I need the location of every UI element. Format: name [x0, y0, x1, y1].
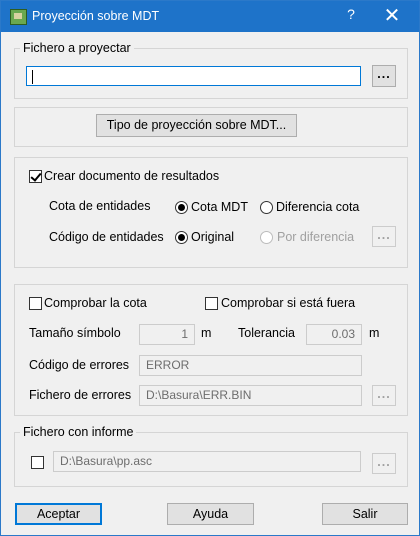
cota-entidades-label: Cota de entidades — [49, 199, 151, 213]
comprobar-cota-checkbox[interactable] — [29, 297, 42, 310]
informe-checkbox[interactable] — [31, 456, 44, 469]
informe-legend: Fichero con informe — [20, 425, 137, 439]
informe-input: D:\Basura\pp.asc — [53, 451, 361, 472]
text-caret — [32, 70, 33, 84]
fichero-errores-label: Fichero de errores — [29, 388, 132, 402]
ayuda-button[interactable]: Ayuda — [167, 503, 254, 525]
por-diferencia-label: Por diferencia — [277, 230, 355, 244]
original-label: Original — [191, 230, 235, 244]
app-icon — [10, 9, 27, 25]
crear-documento-checkbox[interactable] — [29, 170, 42, 183]
radio-por-diferencia — [260, 231, 273, 244]
aceptar-button[interactable]: Aceptar — [15, 503, 102, 525]
tamano-simbolo-input: 1 — [139, 324, 195, 345]
radio-cota-mdt[interactable] — [175, 201, 188, 214]
title-bar: Proyección sobre MDT ? ✕ — [1, 1, 419, 32]
fichero-errores-browse-button: ... — [372, 385, 396, 406]
diferencia-cota-label: Diferencia cota — [276, 200, 360, 214]
crear-documento-label: Crear documento de resultados — [44, 169, 220, 183]
tamano-unit-label: m — [201, 326, 212, 340]
resultados-browse-button: ... — [372, 226, 396, 247]
radio-diferencia-cota[interactable] — [260, 201, 273, 214]
fichero-proyectar-browse-button[interactable]: ... — [372, 65, 396, 87]
codigo-errores-input: ERROR — [139, 355, 362, 376]
fichero-proyectar-legend: Fichero a proyectar — [20, 41, 134, 55]
tolerancia-unit-label: m — [369, 326, 380, 340]
comprobar-fuera-checkbox[interactable] — [205, 297, 218, 310]
comprobar-cota-label: Comprobar la cota — [44, 296, 147, 310]
fichero-errores-input: D:\Basura\ERR.BIN — [139, 385, 362, 406]
tolerancia-input: 0.03 — [306, 324, 362, 345]
tamano-simbolo-label: Tamaño símbolo — [29, 326, 121, 340]
tipo-proyeccion-button[interactable]: Tipo de proyección sobre MDT... — [96, 114, 297, 137]
salir-button[interactable]: Salir — [322, 503, 408, 525]
codigo-entidades-label: Código de entidades — [49, 230, 164, 244]
informe-browse-button: ... — [372, 453, 396, 474]
tolerancia-label: Tolerancia — [238, 326, 295, 340]
codigo-errores-label: Código de errores — [29, 358, 130, 372]
dialog-window: Proyección sobre MDT ? ✕ Fichero a proye… — [0, 0, 420, 536]
close-icon[interactable]: ✕ — [369, 3, 415, 30]
window-title: Proyección sobre MDT — [32, 9, 160, 23]
cota-mdt-label: Cota MDT — [191, 200, 248, 214]
radio-original[interactable] — [175, 231, 188, 244]
fichero-proyectar-input[interactable] — [26, 66, 361, 86]
comprobar-fuera-label: Comprobar si está fuera — [221, 296, 356, 310]
help-icon[interactable]: ? — [341, 6, 361, 22]
